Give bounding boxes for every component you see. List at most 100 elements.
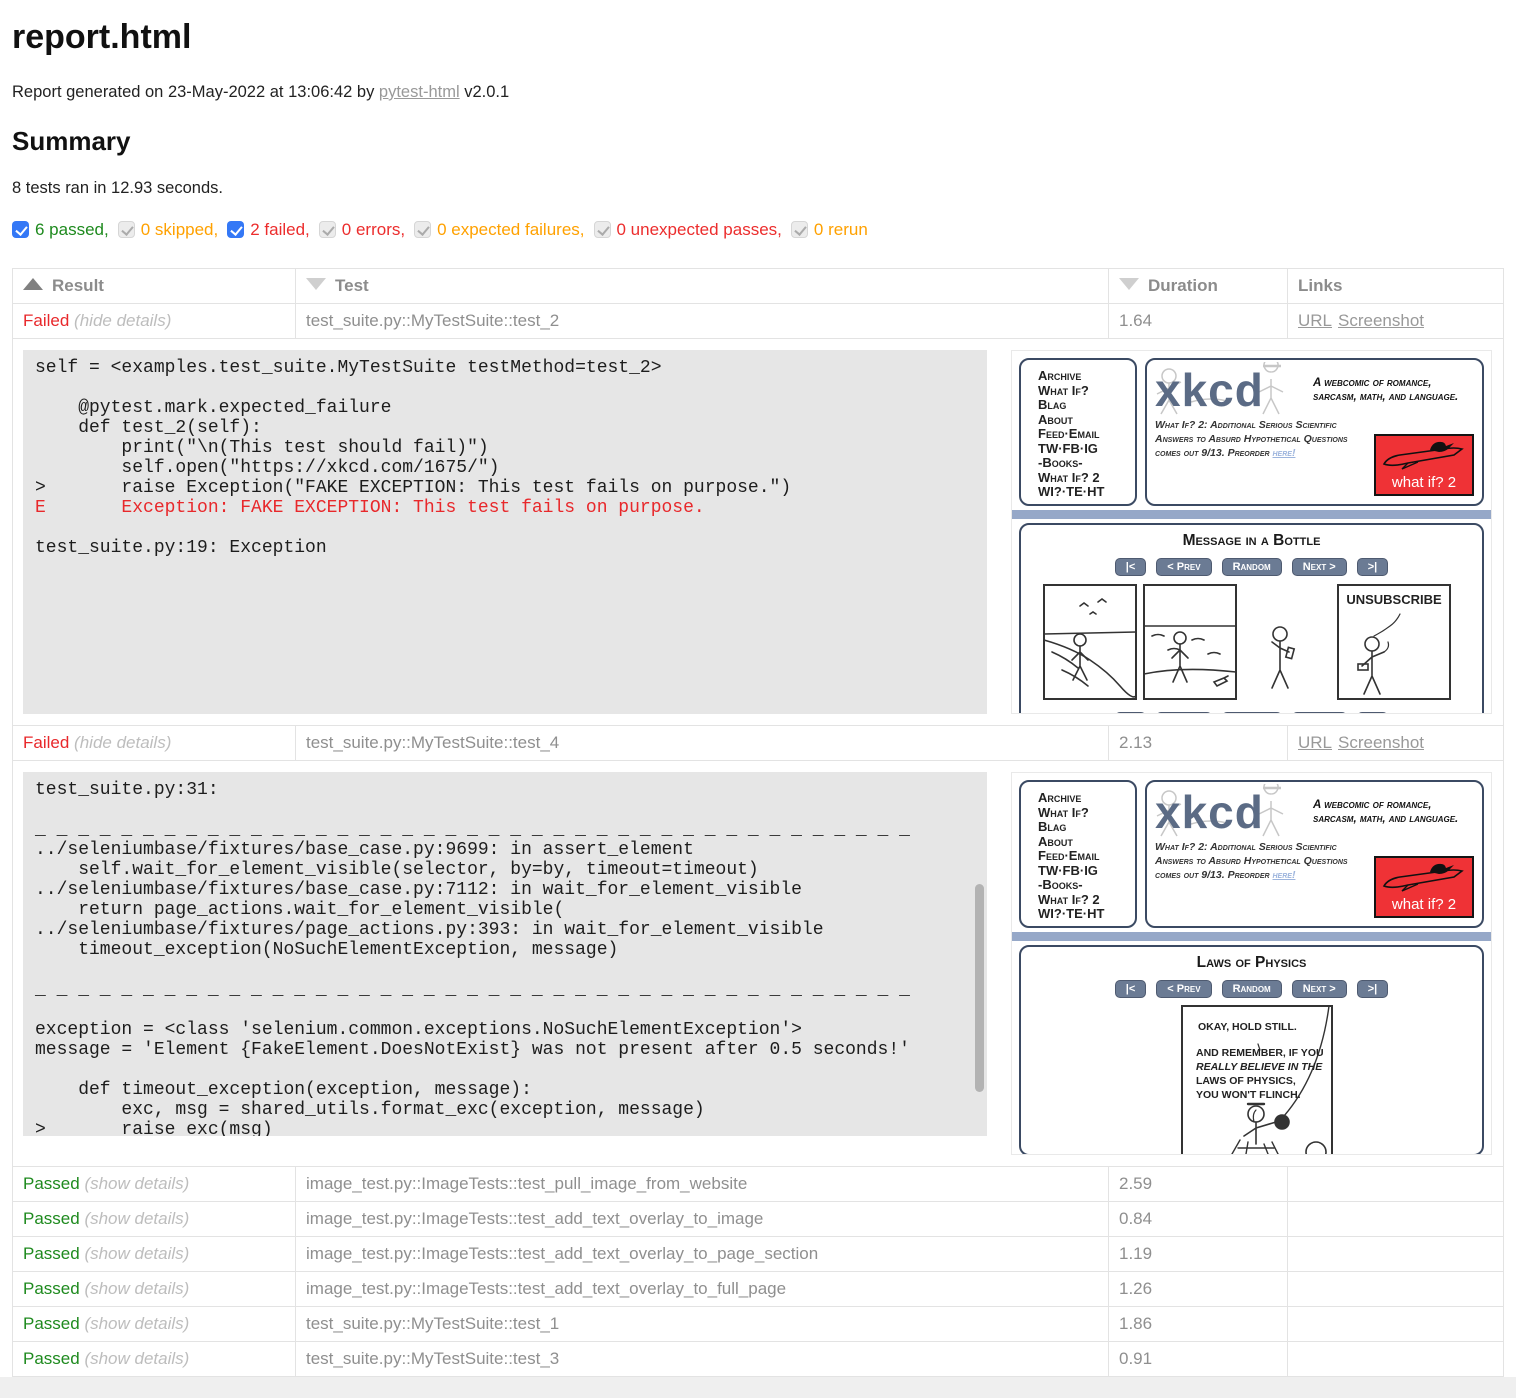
page-title: report.html <box>12 18 1504 57</box>
details-toggle[interactable]: (show details) <box>84 1209 189 1228</box>
filter-checkbox[interactable] <box>12 221 29 238</box>
xkcd-promo: What If? 2: Additional Serious Scientifi… <box>1155 418 1365 460</box>
links-cell <box>1288 1342 1504 1377</box>
result-cell: Passed (show details) <box>13 1202 296 1237</box>
log-line: ../seleniumbase/fixtures/base_case.py:96… <box>35 840 975 860</box>
xkcd-nav-item: About <box>1038 413 1135 428</box>
sort-asc-icon <box>23 278 43 290</box>
duration-cell: 0.84 <box>1109 1202 1288 1237</box>
svg-text:YOU WON'T FLINCH.: YOU WON'T FLINCH. <box>1196 1089 1301 1101</box>
links-cell: URL Screenshot <box>1288 304 1504 339</box>
table-row-passed: Passed (show details) test_suite.py::MyT… <box>13 1307 1504 1342</box>
log-line: return page_actions.wait_for_element_vis… <box>35 900 975 920</box>
sort-desc-icon <box>306 278 326 290</box>
page-bottom-strip <box>0 1377 1516 1398</box>
traceback-log[interactable]: self = <examples.test_suite.MyTestSuite … <box>23 350 987 714</box>
comic-nav-button: Next > <box>1292 712 1347 714</box>
url-link[interactable]: URL <box>1298 733 1332 752</box>
filter-checkbox[interactable] <box>594 221 611 238</box>
svg-text:REALLY BELIEVE IN THE: REALLY BELIEVE IN THE <box>1196 1061 1323 1073</box>
xkcd-nav-item: What If? 2 <box>1038 471 1135 486</box>
filter-item: 0 skipped, <box>118 220 219 239</box>
details-toggle[interactable]: (show details) <box>84 1174 189 1193</box>
column-header-result[interactable]: Result <box>13 269 296 304</box>
filter-checkbox[interactable] <box>319 221 336 238</box>
sort-desc-icon <box>1119 278 1139 290</box>
xkcd-screenshot-2: ArchiveWhat If?BlagAboutFeed·EmailTW·FB·… <box>1011 772 1492 1155</box>
details-toggle[interactable]: (show details) <box>84 1279 189 1298</box>
xkcd-logo: xkcd <box>1155 364 1474 416</box>
comic-nav-button: < Prev <box>1156 980 1211 998</box>
log-line: print("\n(This test should fail)") <box>35 438 975 458</box>
details-toggle[interactable]: (show details) <box>84 1349 189 1368</box>
filter-checkbox[interactable] <box>118 221 135 238</box>
pytest-html-link[interactable]: pytest-html <box>379 83 460 101</box>
details-toggle[interactable]: (show details) <box>84 1244 189 1263</box>
generated-line: Report generated on 23-May-2022 at 13:06… <box>12 83 1504 102</box>
links-cell <box>1288 1202 1504 1237</box>
xkcd-nav-item: Archive <box>1038 369 1135 384</box>
test-name-cell: image_test.py::ImageTests::test_pull_ima… <box>296 1167 1109 1202</box>
log-line <box>35 518 975 538</box>
log-line: ../seleniumbase/fixtures/page_actions.py… <box>35 920 975 940</box>
screenshot-link[interactable]: Screenshot <box>1338 311 1424 330</box>
filter-checkbox[interactable] <box>227 221 244 238</box>
xkcd-comic-box: Laws of Physics |<< PrevRandomNext >>| <box>1019 945 1484 1155</box>
links-cell <box>1288 1272 1504 1307</box>
xkcd-nav-item: What If? <box>1038 384 1135 399</box>
filter-item: 2 failed, <box>227 220 310 239</box>
svg-text:AND REMEMBER, IF YOU: AND REMEMBER, IF YOU <box>1196 1047 1324 1059</box>
xkcd-comic-box: Message in a Bottle |<< PrevRandomNext >… <box>1019 523 1484 714</box>
log-line: test_suite.py:31: <box>35 780 975 800</box>
log-line: timeout_exception(NoSuchElementException… <box>35 940 975 960</box>
log-scrollbar[interactable] <box>975 884 984 1092</box>
xkcd-nav-item: Blag <box>1038 820 1135 835</box>
table-row-passed: Passed (show details) image_test.py::Ima… <box>13 1167 1504 1202</box>
log-line: > raise Exception("FAKE EXCEPTION: This … <box>35 478 975 498</box>
xkcd-nav-box: ArchiveWhat If?BlagAboutFeed·EmailTW·FB·… <box>1019 780 1137 928</box>
svg-text:LAWS OF PHYSICS,: LAWS OF PHYSICS, <box>1196 1075 1296 1087</box>
comic-nav-button: Random <box>1222 980 1282 998</box>
screenshot-link[interactable]: Screenshot <box>1338 733 1424 752</box>
svg-text:OKAY, HOLD STILL.: OKAY, HOLD STILL. <box>1198 1021 1297 1033</box>
result-cell: Passed (show details) <box>13 1237 296 1272</box>
log-line <box>35 960 975 980</box>
filter-item: 0 expected failures, <box>414 220 584 239</box>
details-toggle[interactable]: (hide details) <box>74 733 171 752</box>
comic-nav-button: < Prev <box>1156 712 1211 714</box>
comic-nav-button: |< <box>1115 712 1147 714</box>
xkcd-nav-item: WI?·TE·HT <box>1038 907 1135 922</box>
comic-nav-button: Random <box>1222 712 1282 714</box>
details-toggle[interactable]: (hide details) <box>74 311 171 330</box>
details-toggle[interactable]: (show details) <box>84 1314 189 1333</box>
xkcd-nav-item: Feed·Email <box>1038 427 1135 442</box>
filter-item: 0 rerun <box>791 220 868 239</box>
xkcd-nav-item: Archive <box>1038 791 1135 806</box>
url-link[interactable]: URL <box>1298 311 1332 330</box>
filter-item: 6 passed, <box>12 220 109 239</box>
column-header-duration[interactable]: Duration <box>1109 269 1288 304</box>
comic-nav-buttons: |<< PrevRandomNext >>| <box>1025 558 1478 576</box>
comic-nav-button: >| <box>1357 980 1389 998</box>
table-row-passed: Passed (show details) image_test.py::Ima… <box>13 1272 1504 1307</box>
whatif2-badge: what if? 2 <box>1374 856 1474 918</box>
comic-art-message-in-a-bottle: UNSUBSCRIBE <box>1032 582 1472 704</box>
log-error-line: E Exception: FAKE EXCEPTION: This test f… <box>35 498 975 518</box>
plane-trex-art <box>1378 436 1470 472</box>
duration-cell: 2.59 <box>1109 1167 1288 1202</box>
traceback-log[interactable]: test_suite.py:31: _ _ _ _ _ _ _ _ _ _ _ … <box>23 772 987 1136</box>
column-header-test[interactable]: Test <box>296 269 1109 304</box>
log-line: test_suite.py:19: Exception <box>35 538 975 558</box>
results-table-head: Result Test Duration Links <box>13 269 1504 304</box>
log-line: def timeout_exception(exception, message… <box>35 1080 975 1100</box>
duration-cell: 1.19 <box>1109 1237 1288 1272</box>
links-cell: URL Screenshot <box>1288 726 1504 761</box>
xkcd-header-box: xkcd A webcomic of romance,sarcasm, math… <box>1145 780 1484 928</box>
filter-checkbox[interactable] <box>791 221 808 238</box>
result-cell: Passed (show details) <box>13 1272 296 1307</box>
filter-checkbox[interactable] <box>414 221 431 238</box>
result-cell: Passed (show details) <box>13 1307 296 1342</box>
result-label: Passed <box>23 1244 80 1263</box>
log-line: self.wait_for_element_visible(selector, … <box>35 860 975 880</box>
xkcd-nav-item: About <box>1038 835 1135 850</box>
